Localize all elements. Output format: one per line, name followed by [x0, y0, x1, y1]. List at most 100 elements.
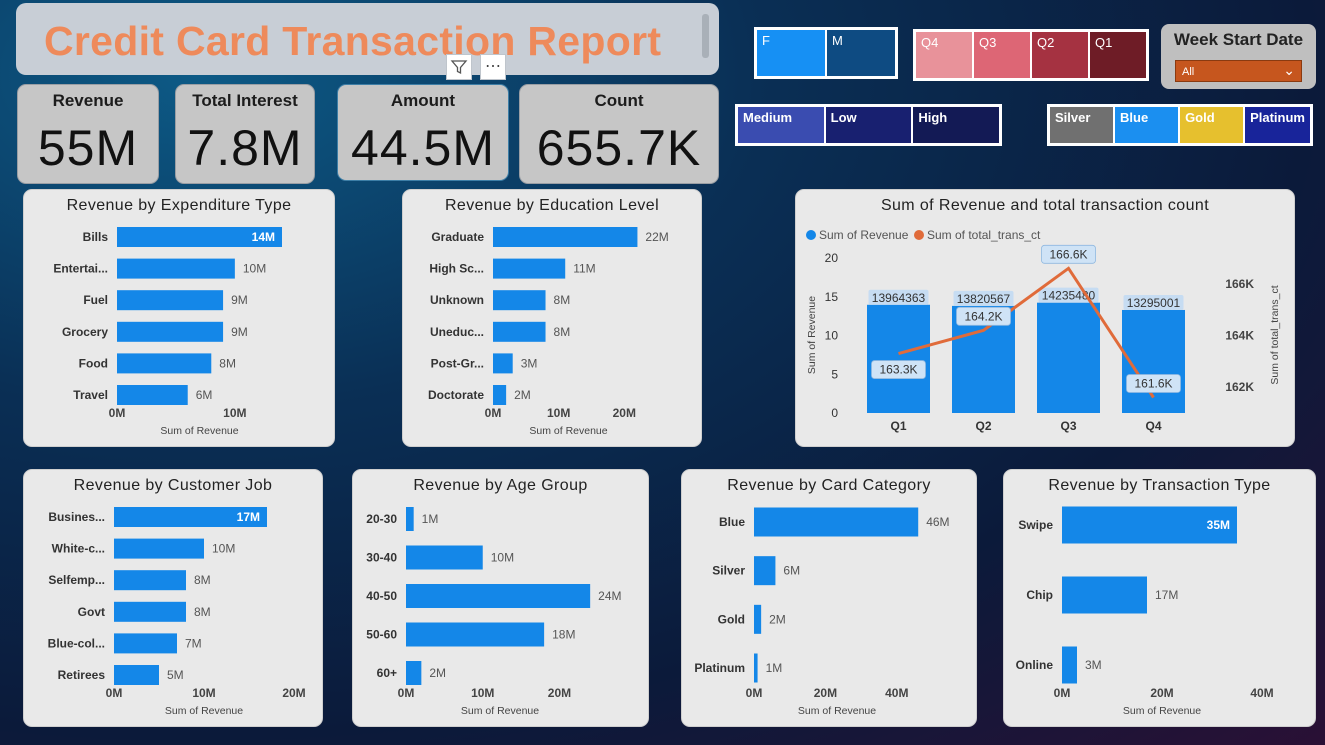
week-start-date-dropdown[interactable]: All ⌄: [1175, 60, 1302, 82]
category-label: 30-40: [366, 551, 397, 565]
bar: [117, 258, 235, 279]
bar: [493, 385, 507, 405]
bar: [754, 604, 762, 634]
category-label: 20-30: [366, 512, 397, 526]
card-option-gold[interactable]: Gold: [1180, 107, 1244, 143]
bar: [867, 304, 930, 413]
data-label: 1M: [422, 512, 439, 526]
x-axis-title: Sum of Revenue: [1123, 705, 1201, 717]
x-tick-label: 0M: [398, 686, 415, 700]
category-label: White-c...: [52, 542, 105, 556]
x-tick-label: 0M: [485, 406, 502, 420]
chart-card-card-category: Revenue by Card Category Blue 46M Silver 6M…: [681, 469, 977, 727]
kpi-label: Revenue: [52, 91, 124, 110]
series-line: [898, 266, 1155, 399]
gender-option-f[interactable]: F: [757, 30, 825, 76]
bar: [493, 258, 566, 279]
data-label: 46M: [926, 515, 949, 529]
category-label: 60+: [377, 666, 397, 680]
bar: [117, 385, 188, 405]
line-data-label: 164.2K: [964, 309, 1002, 323]
data-label: 22M: [645, 230, 668, 244]
x-tick-label: 40M: [885, 686, 908, 700]
x-tick-label: 20M: [613, 406, 636, 420]
chart-card-category: Blue 46M Silver 6M Gold 2M Platinum 1M0M 20M 40M S…: [694, 507, 950, 717]
x-tick-label: 10M: [471, 686, 494, 700]
chart-education-level: Graduate 22M High Sc... 11M Unknown 8M Uneduc.…: [428, 227, 669, 437]
data-label: 24M: [598, 589, 621, 603]
data-label: 8M: [554, 293, 571, 307]
category-label: Doctorate: [428, 388, 484, 402]
gender-option-m[interactable]: M: [827, 30, 895, 76]
x-tick-label: 10M: [547, 406, 570, 420]
data-label: 9M: [231, 325, 248, 339]
category-label: Graduate: [431, 230, 484, 244]
category-label: Unknown: [430, 293, 484, 307]
x-axis-title: Sum of Revenue: [160, 425, 238, 437]
chart-card-education: Revenue by Education Level Graduate 22M Hi…: [402, 189, 702, 447]
kpi-amount[interactable]: Amount 44.5M: [337, 84, 509, 181]
category-label: 50-60: [366, 628, 397, 642]
bar: [114, 665, 159, 685]
more-options-icon[interactable]: ⋯: [480, 54, 506, 80]
bar: [493, 353, 513, 374]
bar: [117, 290, 224, 311]
x-axis-title: Sum of Revenue: [798, 705, 876, 717]
data-label: 10M: [212, 542, 235, 556]
chevron-down-icon: ⌄: [1283, 62, 1295, 78]
card-option-blue[interactable]: Blue: [1115, 107, 1179, 143]
bar: [406, 661, 422, 685]
income-option-low[interactable]: Low: [825, 107, 912, 143]
x-tick-label: 0M: [1054, 686, 1071, 700]
data-label: 8M: [194, 573, 211, 587]
quarter-option-q2[interactable]: Q2: [1032, 32, 1088, 78]
x-tick-label: 40M: [1250, 686, 1273, 700]
data-label: 35M: [1207, 518, 1230, 532]
filter-icon[interactable]: [446, 54, 472, 80]
category-label: Swipe: [1018, 518, 1053, 532]
x-tick-label: 20M: [282, 686, 305, 700]
data-label: 2M: [429, 666, 446, 680]
data-label: 2M: [514, 388, 531, 402]
category-label: Bills: [83, 230, 109, 244]
line-data-label: 166.6K: [1049, 247, 1087, 261]
title-scrollbar[interactable]: [702, 14, 709, 58]
quarter-option-q4[interactable]: Q4: [916, 32, 972, 78]
chart-customer-job: Busines... 17M White-c... 10M Selfemp... 8M Go…: [48, 507, 306, 717]
bar: [114, 570, 186, 591]
legend-marker: [914, 230, 924, 240]
bar: [1062, 646, 1077, 684]
data-label: 7M: [185, 636, 202, 650]
kpi-value: 44.5M: [351, 120, 495, 176]
bar: [117, 321, 224, 342]
card-category-slicer: Silver Blue Gold Platinum: [1047, 104, 1313, 146]
data-label: 2M: [769, 612, 786, 626]
kpi-value: 655.7K: [536, 120, 702, 176]
y-axis-title: Sum of Revenue: [806, 296, 818, 374]
card-option-platinum[interactable]: Platinum: [1245, 107, 1310, 143]
data-label: 18M: [552, 628, 575, 642]
data-label: 10M: [491, 551, 514, 565]
bar: [754, 653, 758, 683]
data-label: 17M: [237, 510, 260, 524]
kpi-label: Amount: [390, 91, 456, 110]
data-label: 6M: [783, 564, 800, 578]
quarter-option-q3[interactable]: Q3: [974, 32, 1030, 78]
card-option-silver[interactable]: Silver: [1050, 107, 1114, 143]
category-label: 40-50: [366, 589, 397, 603]
income-option-medium[interactable]: Medium: [738, 107, 824, 143]
line-data-label: 163.3K: [879, 363, 917, 377]
chart-age-group: 20-30 1M 30-40 10M 40-50 24M 50-60 18M 60+ 2M 0M 10…: [366, 507, 622, 717]
bar: [406, 584, 591, 608]
y2-tick-label: 166K: [1225, 277, 1254, 291]
category-label: Chip: [1026, 588, 1053, 602]
x-tick-label: 20M: [1150, 686, 1173, 700]
y-tick-label: 5: [831, 367, 838, 381]
income-option-high[interactable]: High: [913, 107, 1000, 143]
quarter-option-q1[interactable]: Q1: [1090, 32, 1146, 78]
bar: [493, 290, 546, 311]
category-label: Post-Gr...: [431, 356, 484, 370]
category-label: Silver: [712, 564, 745, 578]
data-label: 11M: [573, 262, 595, 276]
bar: [114, 633, 177, 654]
